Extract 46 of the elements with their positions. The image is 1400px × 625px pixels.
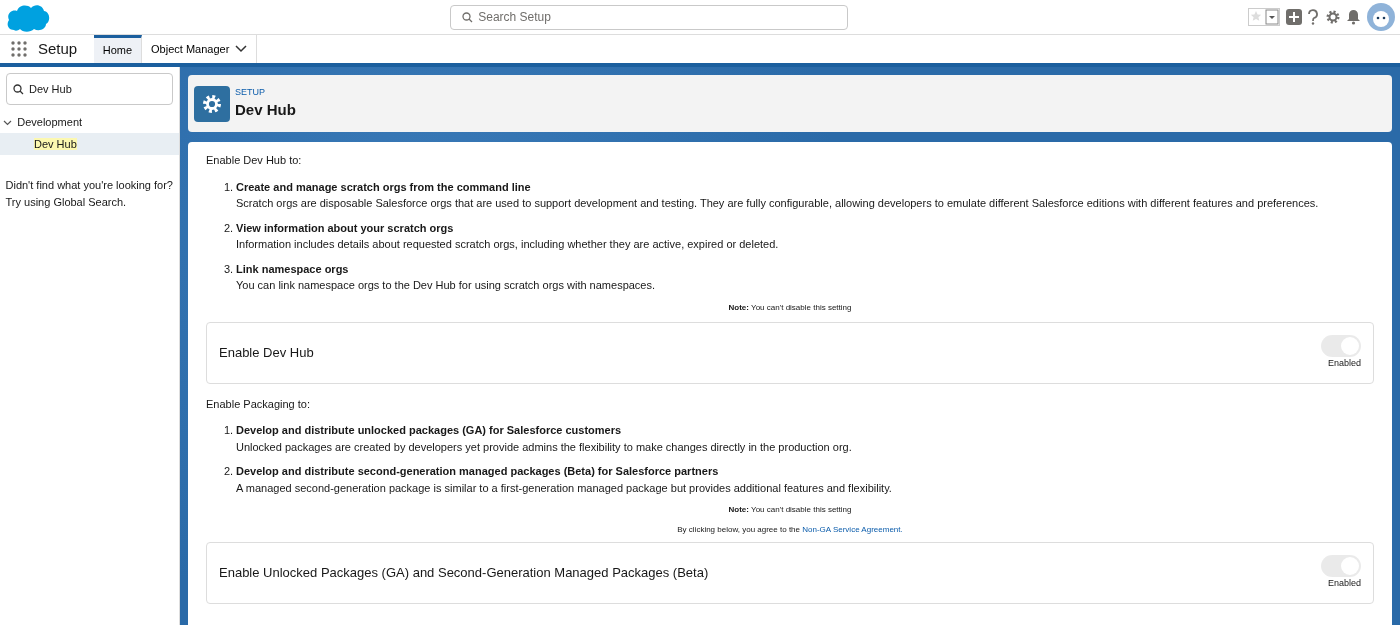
intro-text: Enable Dev Hub to:: [206, 153, 303, 168]
list-number: 1.: [224, 423, 235, 438]
cloud-logo[interactable]: [5, 2, 50, 32]
search-icon: [12, 83, 24, 95]
favorite-star-button[interactable]: [1248, 8, 1280, 26]
item-title: Develop and distribute second-generation managed packages (Beta) for Salesforce partners: [236, 464, 720, 479]
agreement-link[interactable]: Non-GA Service Agreement.: [802, 525, 903, 534]
list-number: 1.: [224, 179, 235, 195]
tree-item[interactable]: Development: [0, 111, 179, 133]
help-text: Try using Global Search.: [5, 194, 128, 210]
item-description: You can link namespace orgs to the Dev Hub for using scratch orgs with namespaces.: [236, 278, 656, 293]
item-title: Develop and distribute unlocked packages (GA) for Salesforce customers: [236, 423, 623, 438]
toggle-status: Enabled: [1327, 356, 1361, 370]
search-icon: [461, 11, 473, 23]
help-text: Didn't find what you're looking for?: [5, 178, 174, 193]
app-name: Setup: [38, 38, 78, 59]
toggle-status: Enabled: [1327, 576, 1361, 590]
item-title: Create and manage scratch orgs from the command line: [236, 179, 532, 195]
item-description: Information includes details about requested scratch orgs, including whether they are active, expired or deleted.: [236, 237, 779, 252]
item-title: Link namespace orgs: [236, 261, 350, 277]
help-icon[interactable]: [1307, 9, 1319, 25]
page-title: Dev Hub: [235, 100, 296, 120]
app-launcher-icon[interactable]: [11, 41, 27, 57]
nav-tab[interactable]: Home: [93, 35, 143, 63]
notification-bell-icon[interactable]: [1346, 9, 1361, 25]
intro-text: Enable Packaging to:: [206, 396, 311, 412]
setting-label: Enable Unlocked Packages (GA) and Second-Generation Managed Packages (Beta): [219, 563, 709, 582]
list-number: 3.: [224, 261, 235, 277]
chevron-down-icon[interactable]: [234, 45, 247, 53]
breadcrumb-label: SETUP: [235, 85, 266, 99]
settings-icon[interactable]: [1324, 9, 1341, 25]
tree-item[interactable]: Dev Hub: [34, 137, 77, 150]
item-description: A managed second-generation package is similar to a first-generation managed package but provides additional features and flexibility.: [236, 480, 892, 496]
setup-gear-icon: [193, 85, 230, 122]
list-number: 2.: [224, 220, 235, 236]
add-icon[interactable]: [1285, 9, 1302, 25]
quick-find-field[interactable]: Dev Hub: [6, 73, 173, 105]
search-field[interactable]: Search Setup: [449, 4, 848, 30]
item-title: View information about your scratch orgs: [236, 220, 455, 236]
agreement-text: By clicking below, you agree to the Non-GA Service Agreement.: [676, 524, 904, 536]
item-description: Scratch orgs are disposable Salesforce orgs that are used to support development and testing. They are fully configurable, allowing developers to emulate different Salesforce editions with different features and preferences.: [236, 196, 1319, 211]
note-text: Note: You can't disable this setting: [727, 504, 853, 516]
note-text: Note: You can't disable this setting: [727, 301, 853, 314]
item-description: Unlocked packages are created by developers yet provide admins the flexibility to make changes directly in the production org.: [236, 439, 852, 455]
setting-label: Enable Dev Hub: [219, 343, 314, 362]
list-number: 2.: [224, 464, 235, 479]
